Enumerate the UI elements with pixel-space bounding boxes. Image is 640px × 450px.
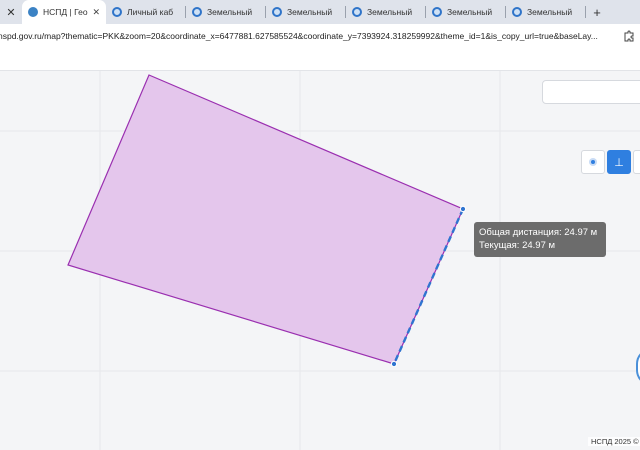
tab-title: Личный каб xyxy=(127,7,174,17)
browser-tab[interactable]: Земельный xyxy=(426,0,506,24)
tab-title: Земельный xyxy=(287,7,333,17)
globe-icon xyxy=(512,7,522,17)
globe-icon xyxy=(432,7,442,17)
map-canvas[interactable]: ⊥ ▾ Общая дистанция: 24.97 м Текущая: 24… xyxy=(0,71,640,450)
tab-separator xyxy=(585,6,586,18)
browser-tab[interactable]: Земельный xyxy=(506,0,586,24)
bookmark-bar xyxy=(0,48,640,71)
point-icon xyxy=(591,160,595,164)
measurement-tooltip: Общая дистанция: 24.97 м Текущая: 24.97 … xyxy=(474,222,606,257)
browser-tab[interactable]: НСПД | Гео ✕ xyxy=(22,0,106,24)
measurement-point[interactable] xyxy=(459,205,467,213)
more-tools-button[interactable]: ▾ xyxy=(633,150,640,174)
tab-title: Земельный xyxy=(367,7,413,17)
tab-title: Земельный xyxy=(527,7,573,17)
url-field[interactable]: nspd.gov.ru/map?thematic=PKK&zoom=20&coo… xyxy=(0,31,618,41)
globe-icon xyxy=(192,7,202,17)
globe-icon xyxy=(272,7,282,17)
browser-tab[interactable]: Личный каб xyxy=(106,0,186,24)
map-drawing xyxy=(0,71,640,450)
tab-title: НСПД | Гео xyxy=(43,7,88,17)
land-parcel-polygon[interactable] xyxy=(67,74,464,365)
tab-title: Земельный xyxy=(207,7,253,17)
measure-angle-button[interactable]: ⊥ xyxy=(607,150,631,174)
browser-tab[interactable]: Земельный xyxy=(186,0,266,24)
tab-close-icon[interactable]: ✕ xyxy=(92,7,100,18)
globe-icon xyxy=(112,7,122,17)
address-bar: nspd.gov.ru/map?thematic=PKK&zoom=20&coo… xyxy=(0,24,640,48)
map-search-input[interactable] xyxy=(542,80,640,104)
total-distance-label: Общая дистанция: 24.97 м xyxy=(479,227,598,238)
extensions-icon[interactable] xyxy=(618,24,640,48)
puzzle-icon xyxy=(624,30,634,42)
tab-strip: ✕ НСПД | Гео ✕ Личный каб Земельный Земельны… xyxy=(0,0,640,24)
close-icon[interactable]: ✕ xyxy=(0,0,22,24)
copyright-label: НСПД 2025 © xyxy=(588,437,640,446)
tab-title: Земельный xyxy=(447,7,493,17)
browser-tab[interactable]: Земельный xyxy=(266,0,346,24)
point-tool-button[interactable] xyxy=(581,150,605,174)
globe-icon xyxy=(352,7,362,17)
tab-list: НСПД | Гео ✕ Личный каб Земельный Земельный З… xyxy=(22,0,586,24)
current-distance-label: Текущая: 24.97 м xyxy=(479,240,556,251)
nspd-logo-icon xyxy=(28,7,38,17)
measurement-point[interactable] xyxy=(390,360,398,368)
browser-tab[interactable]: Земельный xyxy=(346,0,426,24)
angle-icon: ⊥ xyxy=(614,156,624,169)
new-tab-button[interactable]: + xyxy=(586,0,608,24)
